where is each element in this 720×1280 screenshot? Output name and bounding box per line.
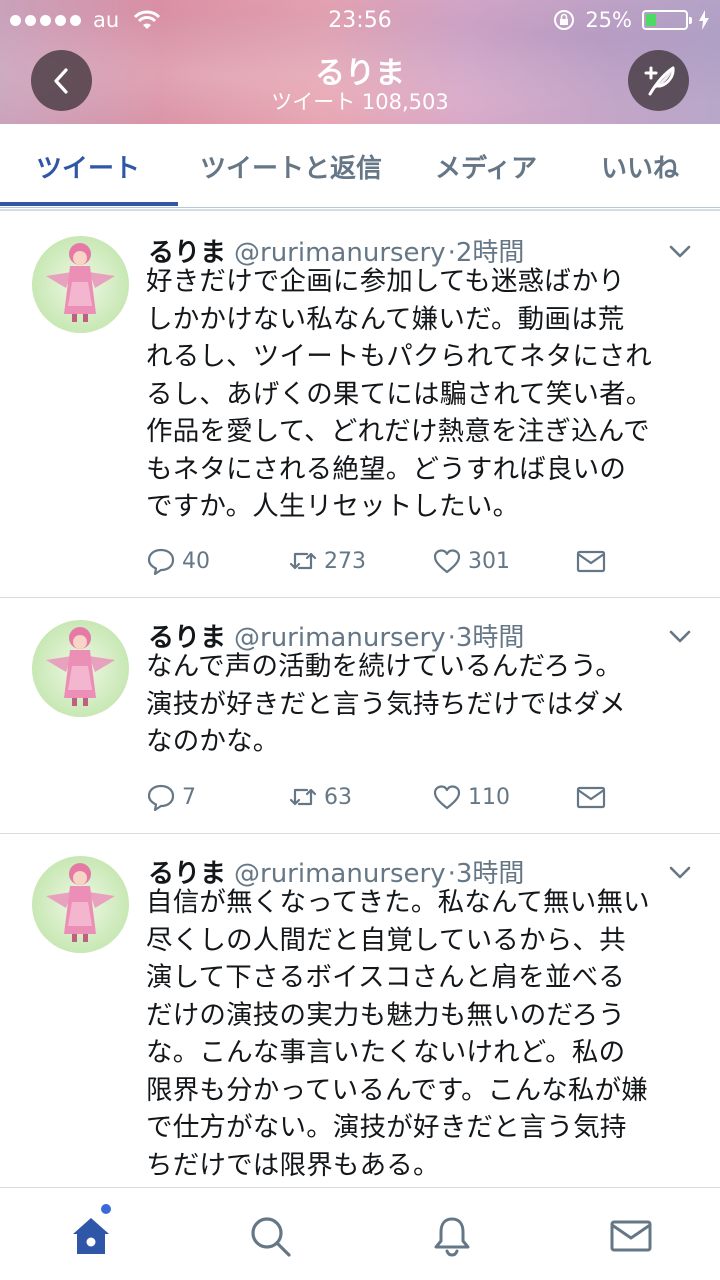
tab-tweets-and-replies[interactable]: ツイートと返信: [200, 148, 382, 185]
tweet-line: で仕方がない。演技が好きだと言う気持: [146, 1112, 627, 1143]
mail-icon: [576, 550, 606, 573]
new-content-indicator: [101, 1204, 111, 1214]
status-bar: au 23:56 25%: [0, 0, 720, 40]
active-tab-indicator: [0, 202, 178, 206]
avatar[interactable]: [32, 856, 129, 953]
tweet-line: ちだけでは限界もある。: [146, 1149, 440, 1181]
compose-feather-icon: [644, 66, 675, 95]
tweet-line: 演して下さるボイスコさんと肩を並べる: [146, 962, 626, 993]
avatar[interactable]: [32, 620, 129, 717]
tweet-line: だけの演技の実力も魅力も無いのだろう: [146, 999, 626, 1031]
battery-icon: [642, 10, 692, 30]
charging-icon: [699, 10, 709, 30]
tweet-text: 自信が無くなってきた。私なんて無い無い 尽くしの人間だと自覚しているから、共 演…: [146, 884, 694, 1184]
tab-media[interactable]: メディア: [435, 148, 537, 185]
nav-search[interactable]: [248, 1214, 292, 1258]
tweet-text: なんで声の活動を続けているんだろう。 演技が好きだと言う気持ちだけではダメ なの…: [146, 648, 694, 761]
tweet-line: もネタにされる絶望。どうすれば良いの: [146, 453, 627, 485]
divider: [0, 209, 720, 211]
retweet-icon: [289, 788, 317, 806]
tweet-line: な。こんな事言いたくないけれど。私の: [146, 1037, 626, 1068]
tweet-line: しかかけない私なんて嫌いだ。動画は荒: [146, 303, 625, 335]
search-icon: [251, 1217, 291, 1257]
direct-message-button[interactable]: [576, 782, 612, 812]
retweet-button[interactable]: 63: [288, 782, 352, 812]
chevron-down-icon[interactable]: [668, 244, 692, 260]
tab-likes[interactable]: いいね: [601, 148, 679, 185]
reply-count: 7: [182, 784, 196, 810]
avatar-image: [46, 243, 115, 322]
bottom-navigation: [0, 1187, 720, 1280]
tab-tweets[interactable]: ツイート: [36, 148, 140, 185]
profile-header: au 23:56 25% るりま ツイート 108,503: [0, 0, 720, 124]
bell-icon: [434, 1217, 470, 1257]
nav-messages[interactable]: [609, 1214, 653, 1258]
avatar-image: [46, 863, 115, 942]
tweet-line: 好きだけで企画に参加しても迷惑ばかり: [146, 266, 626, 297]
like-button[interactable]: 301: [432, 546, 510, 576]
avatar[interactable]: [32, 236, 129, 333]
tweet[interactable]: るりま @rurimanursery·3時間 自信が無くなってきた。私なんて無い無…: [0, 834, 720, 1187]
avatar-image: [46, 627, 115, 706]
retweet-button[interactable]: 273: [288, 546, 366, 576]
profile-tabs: ツイート ツイートと返信 メディア いいね: [0, 124, 720, 208]
chevron-down-icon[interactable]: [668, 865, 692, 881]
mail-icon: [610, 1220, 652, 1252]
reply-button[interactable]: 40: [146, 546, 210, 576]
tweet-actions: 40 273 301: [146, 546, 626, 580]
tweet-line: るし、あげくの果てには騙されて笑い者。: [146, 378, 653, 410]
tweet-line: 演技が好きだと言う気持ちだけではダメ: [146, 688, 626, 720]
reply-icon: [147, 548, 175, 576]
tweet-line: れるし、ツイートもパクられてネタにされ: [146, 341, 652, 372]
tweet-actions: 7 63 110: [146, 782, 626, 816]
nav-home[interactable]: [69, 1214, 113, 1258]
tweet-line: 限界も分かっているんです。こんな私が嫌: [146, 1074, 648, 1106]
heart-icon: [433, 785, 461, 810]
heart-icon: [433, 549, 461, 574]
retweet-count: 273: [324, 548, 366, 574]
reply-count: 40: [182, 548, 210, 574]
tweet-feed[interactable]: るりま @rurimanursery·2時間 好きだけで企画に参加しても迷惑ばかり…: [0, 212, 720, 1187]
retweet-icon: [289, 552, 317, 570]
tweet-count: ツイート 108,503: [271, 90, 449, 114]
like-count: 110: [468, 784, 510, 810]
like-count: 301: [468, 548, 510, 574]
reply-button[interactable]: 7: [146, 782, 196, 812]
tweet[interactable]: るりま @rurimanursery·3時間 なんで声の活動を続けているんだろう。…: [0, 598, 720, 834]
reply-icon: [147, 784, 175, 812]
direct-message-button[interactable]: [576, 546, 612, 576]
retweet-count: 63: [324, 784, 352, 810]
chevron-down-icon[interactable]: [668, 629, 692, 645]
mail-icon: [576, 786, 606, 809]
tweet-line: ですか。人生リセットしたい。: [146, 491, 520, 522]
tweet-text: 好きだけで企画に参加しても迷惑ばかり しかかけない私なんて嫌いだ。動画は荒 れる…: [146, 263, 694, 526]
home-icon: [73, 1218, 109, 1254]
tweet[interactable]: るりま @rurimanursery·2時間 好きだけで企画に参加しても迷惑ばかり…: [0, 212, 720, 598]
tweet-line: なのかな。: [146, 726, 280, 757]
compose-tweet-button[interactable]: [628, 50, 689, 111]
rotation-lock-icon: [554, 10, 575, 30]
battery-percent: 25%: [585, 8, 632, 32]
tweet-line: 尽くしの人間だと自覚しているから、共: [146, 924, 626, 956]
tweet-line: なんで声の活動を続けているんだろう。: [146, 651, 623, 682]
tweet-line: 作品を愛して、どれだけ熱意を注ぎ込んで: [146, 416, 650, 447]
nav-notifications[interactable]: [430, 1214, 474, 1258]
tweet-line: 自信が無くなってきた。私なんて無い無い: [146, 887, 650, 918]
like-button[interactable]: 110: [432, 782, 510, 812]
